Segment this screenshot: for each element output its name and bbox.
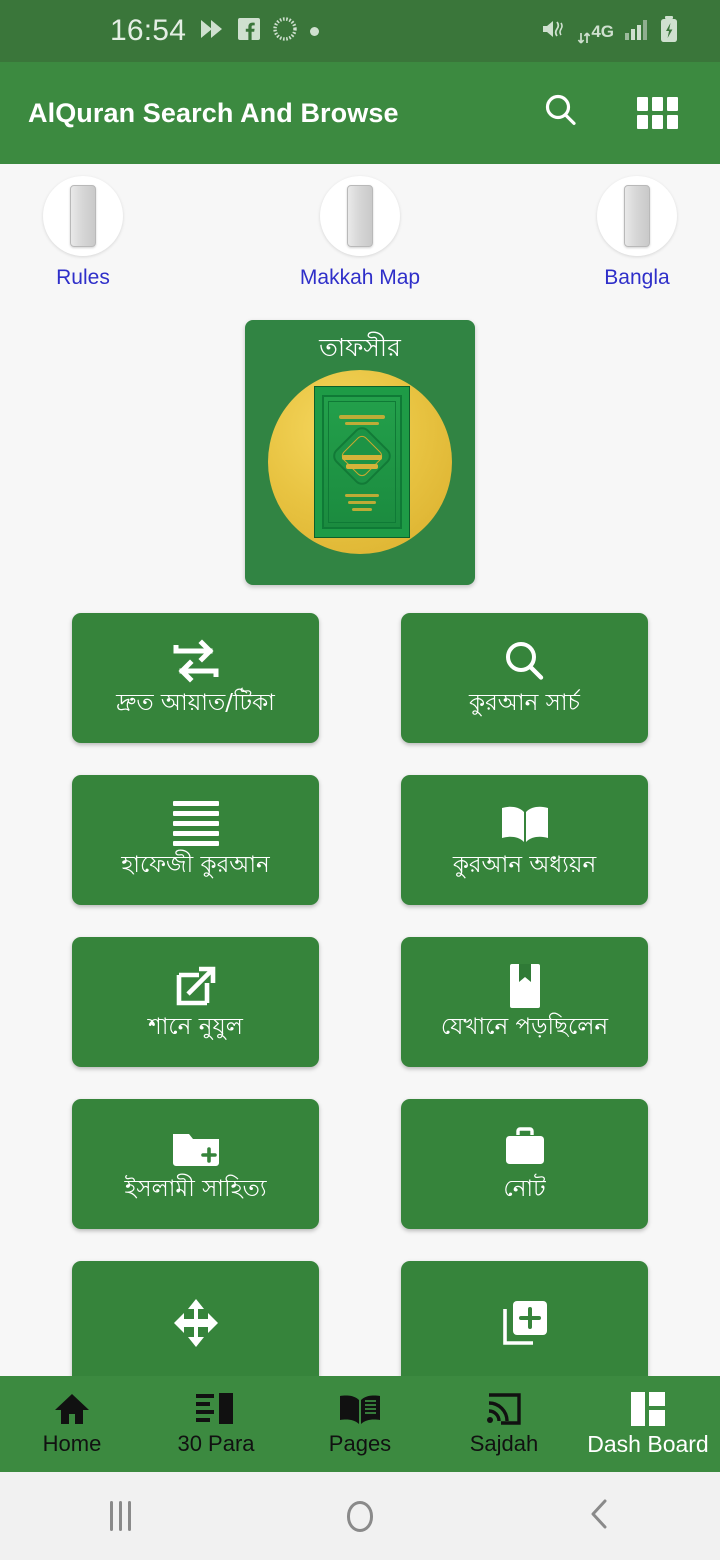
- toggle-circle[interactable]: [597, 176, 677, 256]
- repeat-arrows-icon: [168, 636, 224, 688]
- main-content: Rules Makkah Map Bangla তাফসীর দ্রুত আয়…: [0, 164, 720, 1472]
- apps-grid-icon: [636, 97, 678, 129]
- feature-label: কুরআন সার্চ: [469, 689, 580, 716]
- toggle-rules[interactable]: Rules: [8, 176, 158, 290]
- nav-item-30-para[interactable]: 30 Para: [144, 1391, 288, 1457]
- nav-item-sajdah[interactable]: Sajdah: [432, 1391, 576, 1457]
- bottom-navigation: Home 30 Para Pages Sajdah Dash Board: [0, 1376, 720, 1472]
- toggle-label: Bangla: [604, 266, 670, 289]
- feature-label: যেখানে পড়ছিলেন: [440, 1013, 609, 1040]
- feature-library-add[interactable]: [401, 1261, 648, 1391]
- feature-quick-ayat[interactable]: দ্রুত আয়াত/টিকা: [72, 613, 319, 743]
- feature-label: হাফেজী কুরআন: [121, 851, 270, 878]
- feature-note[interactable]: নোট: [401, 1099, 648, 1229]
- status-bar-left: 16:54: [110, 14, 320, 48]
- tafsir-card[interactable]: তাফসীর: [245, 320, 475, 585]
- open-book-icon: [338, 1391, 382, 1427]
- feature-move-settings[interactable]: [72, 1261, 319, 1391]
- feature-quran-search[interactable]: কুরআন সার্চ: [401, 613, 648, 743]
- feature-hafezi-quran[interactable]: হাফেজী কুরআন: [72, 775, 319, 905]
- nav-label: Sajdah: [469, 1431, 539, 1456]
- home-button[interactable]: [240, 1500, 480, 1532]
- move-arrows-icon: [170, 1297, 222, 1349]
- search-button[interactable]: [538, 90, 584, 136]
- open-book-icon: [498, 798, 552, 850]
- toggle-row: Rules Makkah Map Bangla: [0, 164, 720, 290]
- data-transfer-icon: 4G: [577, 15, 614, 48]
- phone-screen: 16:54 4G AlQuran Search And Browse Rules…: [0, 0, 720, 1560]
- toggle-label: Rules: [56, 266, 110, 289]
- nav-label: Dash Board: [587, 1430, 709, 1457]
- facebook-icon: [238, 17, 261, 45]
- toggle-bangla[interactable]: Bangla: [562, 176, 712, 290]
- recents-icon: [109, 1501, 131, 1531]
- quran-book-cover: [314, 385, 410, 538]
- network-type-label: 4G: [591, 21, 614, 41]
- dot-icon: [310, 26, 320, 36]
- book-spine-icon: [70, 185, 96, 247]
- toggle-circle[interactable]: [43, 176, 123, 256]
- quran-book-image: [260, 368, 460, 566]
- tafsir-title: তাফসীর: [319, 333, 401, 362]
- battery-charging-icon: [660, 15, 678, 47]
- briefcase-icon: [499, 1122, 551, 1174]
- feature-label: দ্রুত আয়াত/টিকা: [116, 689, 275, 716]
- play-badge-icon: [199, 18, 225, 45]
- app-bar: AlQuran Search And Browse: [0, 62, 720, 164]
- back-button[interactable]: [480, 1498, 720, 1535]
- book-spine-icon: [624, 185, 650, 247]
- toggle-label: Makkah Map: [299, 266, 421, 289]
- feature-last-read[interactable]: যেখানে পড়ছিলেন: [401, 937, 648, 1067]
- recents-button[interactable]: [0, 1501, 240, 1531]
- bookmark-icon: [505, 960, 545, 1012]
- feature-label: ইসলামী সাহিত্য: [124, 1175, 267, 1202]
- feature-islamic-literature[interactable]: ইসলামী সাহিত্য: [72, 1099, 319, 1229]
- back-chevron-icon: [588, 1498, 612, 1535]
- dashboard-grid-icon: [631, 1391, 665, 1427]
- apps-grid-button[interactable]: [634, 90, 680, 136]
- book-spine-icon: [347, 185, 373, 247]
- feature-grid: দ্রুত আয়াত/টিকা কুরআন সার্চ হাফেজী কুরআ…: [0, 613, 720, 1391]
- nav-label: Home: [42, 1431, 102, 1456]
- home-circle-icon: [347, 1500, 373, 1532]
- status-bar: 16:54 4G: [0, 0, 720, 62]
- feature-label: নোট: [503, 1175, 546, 1202]
- external-link-icon: [171, 960, 221, 1012]
- nav-label: 30 Para: [177, 1431, 255, 1456]
- app-bar-actions: [538, 90, 692, 136]
- home-icon: [53, 1391, 91, 1427]
- feature-label: শানে নুযুল: [148, 1013, 243, 1040]
- status-clock: 16:54: [110, 14, 187, 47]
- toggle-makkah-map[interactable]: Makkah Map: [285, 176, 435, 290]
- system-navigation-bar: [0, 1472, 720, 1560]
- cast-icon: [485, 1391, 523, 1427]
- book-inner-border: [322, 394, 402, 529]
- list-lines-icon: [172, 798, 219, 850]
- feature-label: কুরআন অধ্যয়ন: [452, 851, 597, 878]
- feature-shane-nuzul[interactable]: শানে নুযুল: [72, 937, 319, 1067]
- nav-label: Pages: [328, 1431, 392, 1456]
- folder-add-icon: [169, 1122, 223, 1174]
- toggle-circle[interactable]: [320, 176, 400, 256]
- search-icon: [541, 91, 581, 136]
- nav-item-home[interactable]: Home: [0, 1391, 144, 1457]
- feature-quran-study[interactable]: কুরআন অধ্যয়ন: [401, 775, 648, 905]
- nav-item-pages[interactable]: Pages: [288, 1391, 432, 1457]
- signal-bars-icon: [624, 18, 650, 45]
- library-add-icon: [499, 1297, 551, 1349]
- para-list-icon: [196, 1391, 236, 1427]
- page-title: AlQuran Search And Browse: [28, 97, 399, 128]
- nav-item-dash-board[interactable]: Dash Board: [576, 1391, 720, 1458]
- tafsir-card-wrap: তাফসীর: [0, 320, 720, 585]
- search-icon: [500, 636, 550, 688]
- status-bar-right: 4G: [541, 15, 678, 48]
- sunburst-icon: [273, 16, 297, 46]
- mute-vibrate-icon: [541, 18, 567, 45]
